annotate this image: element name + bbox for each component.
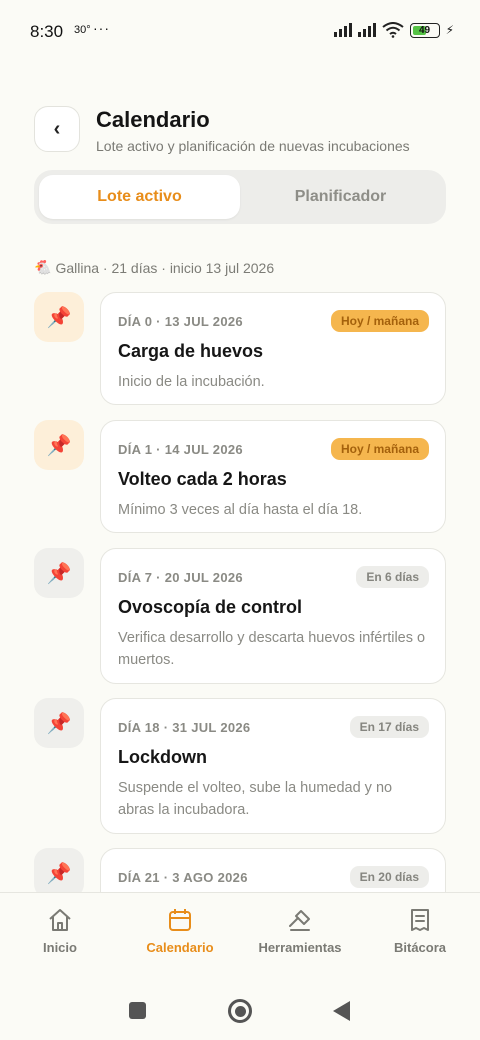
chicken-icon: 🐔 <box>34 259 52 275</box>
status-overflow: ··· <box>93 20 110 36</box>
status-temperature: 30° <box>74 24 91 36</box>
event-day: DÍA 1 · 14 JUL 2026 <box>118 441 243 457</box>
status-icons: 49 ⚡ <box>333 22 454 38</box>
event-day: DÍA 0 · 13 JUL 2026 <box>118 313 243 329</box>
tab-planificador[interactable]: Planificador <box>240 175 441 219</box>
event-card[interactable]: DÍA 7 · 20 JUL 2026 En 6 días Ovoscopía … <box>100 548 446 684</box>
nav-label: Herramientas <box>258 940 342 955</box>
status-badge: En 17 días <box>349 716 429 738</box>
batch-info-text: Gallina · 21 días · inicio 13 jul 2026 <box>55 259 275 276</box>
tab-lote-activo[interactable]: Lote activo <box>39 175 240 219</box>
event-description: Inicio de la incubación. <box>118 374 265 390</box>
recents-button[interactable] <box>129 1002 146 1019</box>
nav-label: Bitácora <box>393 940 447 955</box>
pin-icon: 📌 <box>34 548 84 598</box>
battery-level: 49 <box>419 24 431 36</box>
wifi-icon <box>381 22 404 38</box>
event-card[interactable]: DÍA 0 · 13 JUL 2026 Hoy / mañana Carga d… <box>100 292 446 405</box>
status-time: 8:30 <box>30 22 64 41</box>
event-title: Volteo cada 2 horas <box>118 469 287 489</box>
event-title: Carga de huevos <box>118 341 264 361</box>
signal-icon <box>333 23 352 37</box>
chevron-left-icon: ‹ <box>53 117 61 140</box>
page-subtitle: Lote activo y planificación de nuevas in… <box>96 138 410 154</box>
nav-label: Calendario <box>146 940 214 955</box>
back-nav-button[interactable] <box>333 1001 350 1021</box>
log-icon <box>411 909 429 931</box>
event-day: DÍA 7 · 20 JUL 2026 <box>118 569 243 585</box>
back-button[interactable]: ‹ <box>34 106 80 152</box>
event-day: DÍA 18 · 31 JUL 2026 <box>118 719 251 735</box>
status-badge: En 6 días <box>356 566 429 588</box>
calendar-icon <box>169 909 191 931</box>
event-title: Lockdown <box>118 747 207 767</box>
event-description: Suspende el volteo, sube la humedad y no… <box>118 780 393 818</box>
batch-info: 🐔 Gallina · 21 días · inicio 13 jul 2026 <box>34 259 274 276</box>
status-badge: Hoy / mañana <box>330 310 429 332</box>
status-badge: En 20 días <box>349 866 429 888</box>
bottom-nav: Inicio Calendario Herramientas Bitácora <box>0 892 480 968</box>
event-day: DÍA 21 · 3 AGO 2026 <box>118 869 248 885</box>
pin-icon: 📌 <box>34 848 84 892</box>
pin-icon: 📌 <box>34 292 84 342</box>
event-card[interactable]: DÍA 18 · 31 JUL 2026 En 17 días Lockdown… <box>100 698 446 834</box>
nav-inicio[interactable]: Inicio <box>0 893 120 968</box>
system-nav <box>0 978 480 1040</box>
pin-icon: 📌 <box>34 698 84 748</box>
nav-label: Inicio <box>43 940 77 955</box>
nav-calendario[interactable]: Calendario <box>120 893 240 968</box>
pin-icon: 📌 <box>34 420 84 470</box>
event-card[interactable]: DÍA 1 · 14 JUL 2026 Hoy / mañana Volteo … <box>100 420 446 533</box>
tab-switcher: Lote activo Planificador <box>34 170 446 224</box>
event-description: Mínimo 3 veces al día hasta el día 18. <box>118 502 363 518</box>
charging-icon: ⚡ <box>445 23 454 37</box>
home-icon <box>49 909 71 931</box>
event-list[interactable]: 📌 DÍA 0 · 13 JUL 2026 Hoy / mañana Carga… <box>0 292 480 892</box>
event-description: Verifica desarrollo y descarta huevos in… <box>118 630 426 668</box>
event-title: Ovoscopía de control <box>118 597 303 617</box>
tools-icon <box>289 910 310 931</box>
battery-icon: 49 <box>409 22 440 38</box>
nav-bitacora[interactable]: Bitácora <box>360 893 480 968</box>
page-title: Calendario <box>96 107 210 132</box>
status-bar: 8:30 30° ··· 49 ⚡ <box>0 0 480 62</box>
nav-herramientas[interactable]: Herramientas <box>240 893 360 968</box>
home-button[interactable] <box>228 999 252 1023</box>
event-card[interactable]: DÍA 21 · 3 AGO 2026 En 20 días <box>100 848 446 892</box>
signal-icon <box>357 23 376 37</box>
status-badge: Hoy / mañana <box>330 438 429 460</box>
